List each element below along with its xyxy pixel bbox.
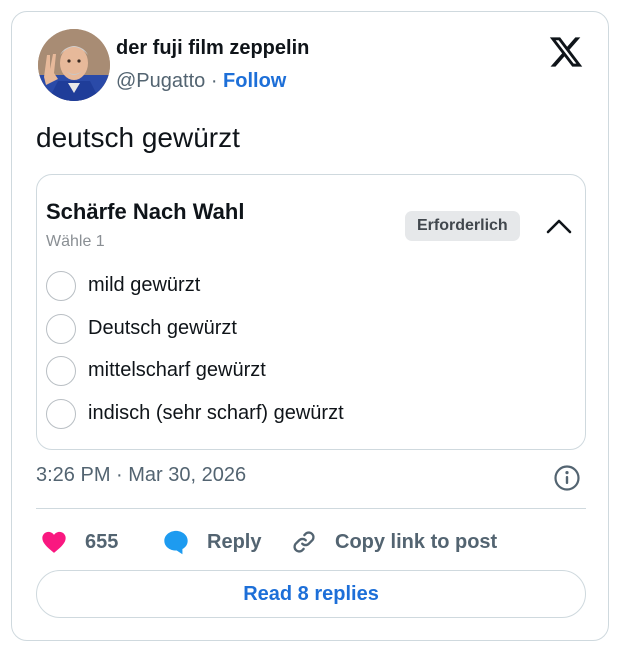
avatar[interactable]: [38, 29, 110, 101]
x-logo-icon[interactable]: [548, 34, 584, 70]
copy-link-label: Copy link to post: [335, 530, 498, 553]
poll-option-label: indisch (sehr scharf) gewürzt: [88, 402, 344, 424]
speech-bubble-icon: [164, 530, 188, 555]
poll-title: Schärfe Nach Wahl: [46, 199, 245, 224]
copy-link-button[interactable]: Copy link to post: [290, 524, 497, 560]
like-button[interactable]: 655: [40, 524, 118, 560]
reply-button[interactable]: Reply: [162, 524, 261, 560]
poll-option[interactable]: mittelscharf gewürzt: [46, 355, 566, 386]
radio-button[interactable]: [46, 399, 76, 429]
handle-separator: ·: [210, 70, 218, 92]
radio-button[interactable]: [46, 314, 76, 344]
poll-subtitle: Wähle 1: [46, 233, 105, 250]
poll-option-label: Deutsch gewürzt: [88, 317, 237, 339]
reply-label: Reply: [207, 530, 262, 553]
info-icon[interactable]: [553, 464, 581, 492]
avatar-image: [38, 29, 110, 101]
heart-icon: [42, 531, 66, 553]
poll-card: Schärfe Nach Wahl Wähle 1 Erforderlich m…: [36, 174, 586, 450]
poll-option[interactable]: Deutsch gewürzt: [46, 313, 566, 344]
author-handle-row: @Pugatto · Follow: [116, 70, 286, 93]
poll-option-label: mittelscharf gewürzt: [88, 359, 266, 381]
radio-button[interactable]: [46, 356, 76, 386]
read-replies-button[interactable]: Read 8 replies: [36, 570, 586, 618]
tweet-timestamp[interactable]: 3:26 PM · Mar 30, 2026: [36, 464, 246, 487]
divider: [36, 508, 586, 509]
chevron-up-icon[interactable]: [545, 215, 573, 237]
poll-option[interactable]: indisch (sehr scharf) gewürzt: [46, 398, 566, 429]
radio-button[interactable]: [46, 271, 76, 301]
like-count: 655: [85, 530, 119, 553]
author-handle[interactable]: @Pugatto: [116, 70, 205, 92]
link-icon: [293, 531, 315, 553]
poll-option[interactable]: mild gewürzt: [46, 270, 566, 301]
author-display-name[interactable]: der fuji film zeppelin: [116, 37, 309, 60]
required-badge: Erforderlich: [405, 211, 520, 241]
tweet-text: deutsch gewürzt: [36, 122, 240, 153]
tweet-card: der fuji film zeppelin @Pugatto · Follow…: [11, 11, 609, 641]
follow-button[interactable]: Follow: [223, 70, 286, 92]
poll-option-label: mild gewürzt: [88, 274, 201, 296]
